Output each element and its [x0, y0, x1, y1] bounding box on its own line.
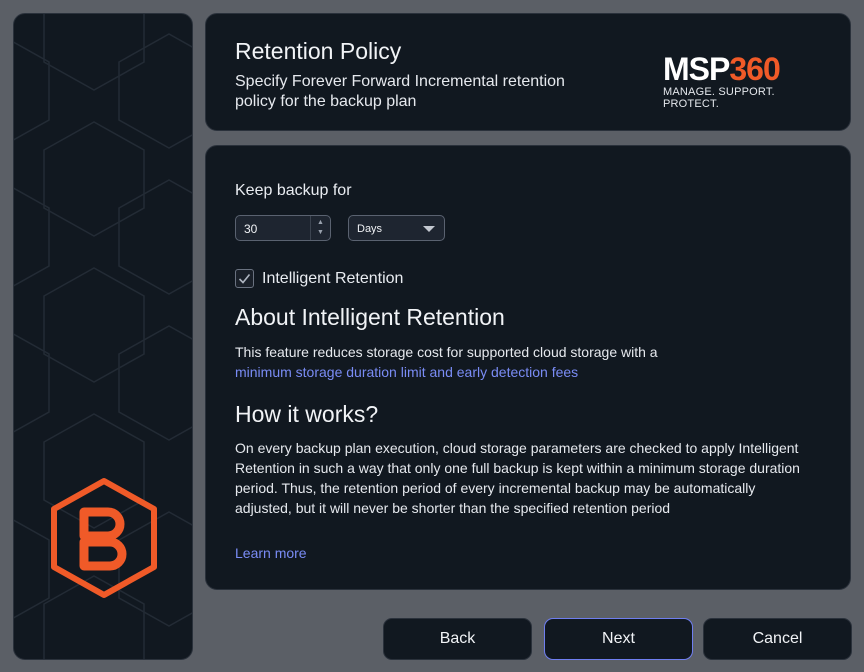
keep-backup-number-input[interactable]: 30 ▲ ▼	[235, 215, 331, 241]
about-text: This feature reduces storage cost for su…	[235, 342, 675, 382]
checkmark-icon	[238, 273, 251, 284]
how-it-works-text: On every backup plan execution, cloud st…	[235, 440, 800, 516]
intelligent-retention-checkbox[interactable]	[235, 269, 254, 288]
storage-duration-link[interactable]: minimum storage duration limit and early…	[235, 364, 578, 380]
page-title: Retention Policy	[235, 38, 402, 64]
chevron-down-icon	[423, 226, 435, 232]
keep-backup-label: Keep backup for	[235, 182, 352, 199]
time-unit-select[interactable]: Days	[348, 215, 445, 241]
about-title: About Intelligent Retention	[235, 304, 505, 330]
number-spinner[interactable]: ▲ ▼	[310, 216, 330, 240]
back-button[interactable]: Back	[383, 618, 532, 660]
about-text-body: This feature reduces storage cost for su…	[235, 344, 658, 360]
time-unit-value: Days	[357, 223, 383, 235]
header-panel: Retention Policy Specify Forever Forward…	[205, 13, 851, 131]
next-button[interactable]: Next	[544, 618, 693, 660]
how-it-works-title: How it works?	[235, 401, 379, 427]
brand-word-white: MSP	[663, 51, 730, 87]
spin-up-icon[interactable]: ▲	[317, 219, 324, 226]
backup-logo-icon	[51, 478, 157, 598]
brand-word-orange: 360	[729, 51, 780, 87]
sidebar	[13, 13, 193, 660]
page-subtitle: Specify Forever Forward Incremental rete…	[235, 73, 565, 110]
brand-tagline: MANAGE. SUPPORT. PROTECT.	[663, 86, 775, 110]
intelligent-retention-label[interactable]: Intelligent Retention	[262, 270, 403, 288]
learn-more-link[interactable]: Learn more	[235, 545, 307, 561]
content-panel: Keep backup for 30 ▲ ▼ Days Intelligent …	[205, 145, 851, 590]
msp360-logo: MSP360 MANAGE. SUPPORT. PROTECT.	[663, 51, 833, 110]
cancel-button[interactable]: Cancel	[703, 618, 852, 660]
spin-down-icon[interactable]: ▼	[317, 229, 324, 236]
keep-backup-value: 30	[244, 222, 258, 236]
